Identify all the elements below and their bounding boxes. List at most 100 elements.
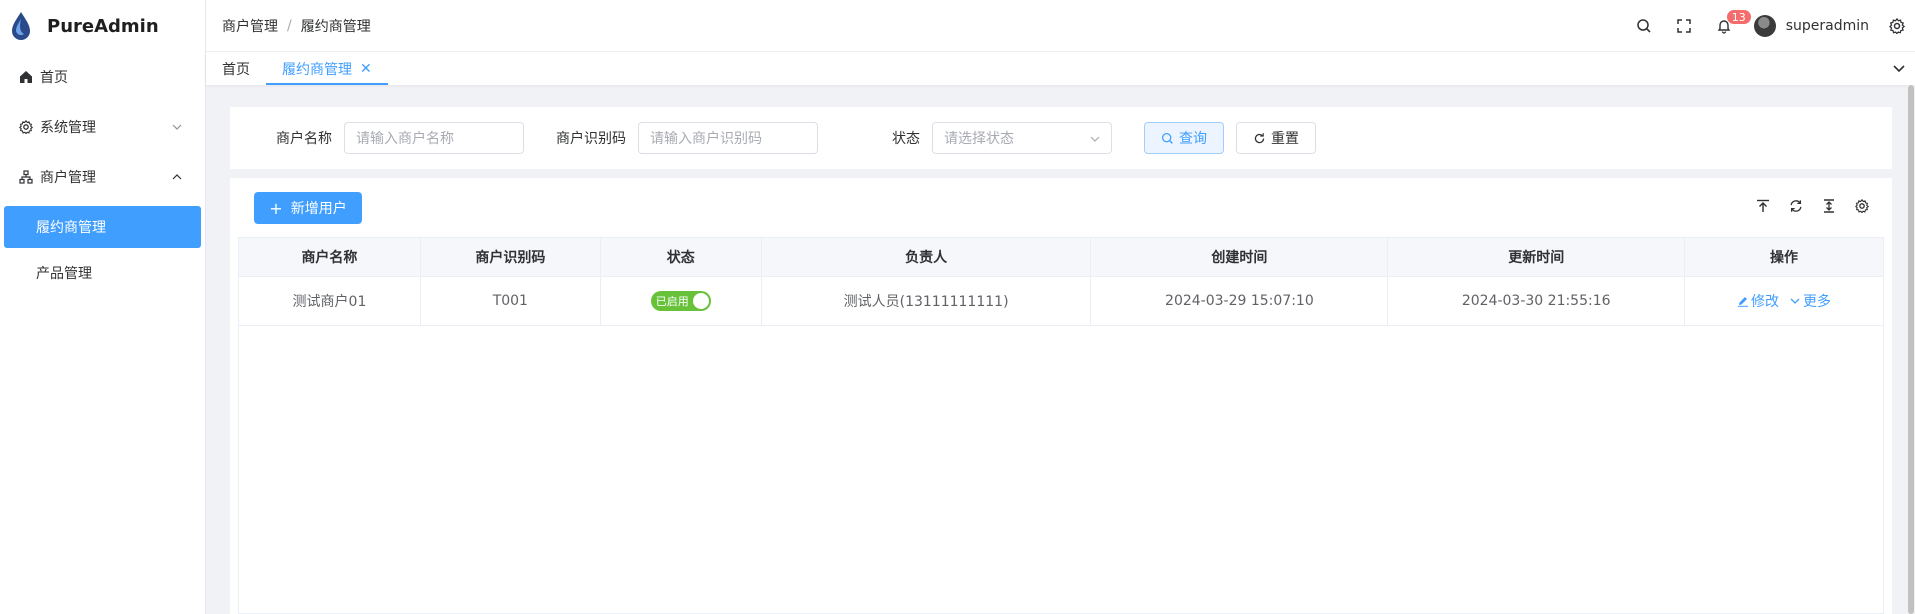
table-header: 商户名称 商户识别码 状态 负责人 创建时间 更新时间 操作: [239, 238, 1883, 277]
tab-label: 履约商管理: [282, 61, 352, 78]
logo-drop-icon: [12, 12, 30, 40]
tags-view: 首页 履约商管理 ✕: [206, 52, 1915, 85]
refresh-icon: [1254, 132, 1265, 143]
sidebar-item-fulfillment[interactable]: 履约商管理: [4, 206, 201, 248]
add-user-label: 新增用户: [290, 201, 347, 217]
gear-icon: [1889, 18, 1905, 34]
close-icon[interactable]: ✕: [360, 61, 372, 77]
table-card: + 新增用户 商户名称 商户识别码 状态 负责人 创建时间 更新时间 操作 测试…: [230, 178, 1892, 614]
reset-label: 重置: [1271, 131, 1299, 147]
placeholder: 请选择状态: [944, 131, 1014, 147]
column-header: 负责人: [762, 238, 1092, 276]
gear-icon: [18, 119, 34, 135]
placeholder: 请输入商户名称: [356, 131, 454, 147]
reset-button[interactable]: 重置: [1236, 122, 1316, 154]
breadcrumb: 商户管理 / 履约商管理: [222, 16, 371, 36]
search-icon: [1636, 19, 1651, 33]
more-label: 更多: [1803, 294, 1832, 310]
merchant-name-label: 商户名称: [276, 131, 332, 147]
sidebar-item-label: 系统管理: [40, 120, 96, 136]
more-button[interactable]: 更多: [1789, 291, 1831, 311]
edit-icon: [1738, 297, 1749, 307]
status-switch[interactable]: 已启用: [650, 291, 711, 311]
cell-created: 2024-03-29 15:07:10: [1091, 277, 1389, 325]
search-button[interactable]: [1624, 0, 1664, 52]
cell-owner: 测试人员(13111111111): [762, 277, 1092, 325]
sidebar-item-home[interactable]: 首页: [0, 52, 205, 102]
status-label: 状态: [892, 131, 920, 147]
sidebar-item-label: 商户管理: [40, 170, 96, 186]
search-icon: [1161, 132, 1173, 144]
notification-badge: 13: [1725, 9, 1752, 25]
column-header: 创建时间: [1091, 238, 1389, 276]
tab-fulfillment[interactable]: 履约商管理 ✕: [266, 52, 388, 85]
edit-button[interactable]: 修改: [1737, 291, 1779, 311]
query-label: 查询: [1179, 131, 1207, 147]
sidebar: PureAdmin 首页 系统管理 商户管理 履约商管理 产品管理: [0, 0, 206, 614]
cell-merchant-name: 测试商户01: [239, 277, 421, 325]
edit-label: 修改: [1751, 294, 1780, 310]
switch-knob: [692, 293, 709, 309]
plus-icon: +: [269, 198, 283, 218]
merchant-code-input[interactable]: 请输入商户识别码: [638, 122, 818, 154]
cell-status: 已启用: [601, 277, 762, 325]
sidebar-item-merchant[interactable]: 商户管理: [0, 152, 205, 202]
logo[interactable]: PureAdmin: [0, 0, 205, 52]
column-settings-button[interactable]: [1845, 196, 1878, 216]
fullscreen-button[interactable]: [1664, 0, 1704, 52]
username: superadmin: [1785, 18, 1869, 34]
column-header: 更新时间: [1388, 238, 1686, 276]
tab-home[interactable]: 首页: [206, 52, 266, 85]
top-header: 商户管理 / 履约商管理 13 superadmin: [206, 0, 1915, 52]
search-form: 商户名称 请输入商户名称 商户识别码 请输入商户识别码 状态 请选择状态 查询 …: [230, 107, 1892, 169]
column-header: 状态: [601, 238, 762, 276]
tab-label: 首页: [222, 61, 250, 78]
avatar: [1753, 15, 1776, 37]
collapse-button[interactable]: [1746, 196, 1779, 216]
notification-button[interactable]: 13: [1704, 0, 1752, 52]
breadcrumb-separator: /: [287, 17, 292, 34]
merchant-name-input[interactable]: 请输入商户名称: [344, 122, 524, 154]
density-button[interactable]: [1812, 196, 1845, 216]
fullscreen-icon: [1676, 19, 1691, 33]
sitemap-icon: [18, 169, 34, 185]
chevron-down-icon: [172, 124, 182, 130]
breadcrumb-item[interactable]: 商户管理: [222, 16, 278, 36]
table-row: 测试商户01 T001 已启用 测试人员(13111111111) 2024-0…: [239, 277, 1883, 326]
sidebar-item-label: 产品管理: [36, 266, 92, 282]
cell-updated: 2024-03-30 21:55:16: [1388, 277, 1686, 325]
gear-icon: [1854, 199, 1869, 213]
chevron-down-icon: [1790, 298, 1800, 304]
sidebar-item-system[interactable]: 系统管理: [0, 102, 205, 152]
add-user-button[interactable]: + 新增用户: [254, 192, 362, 224]
settings-button[interactable]: [1879, 0, 1915, 52]
query-button[interactable]: 查询: [1144, 122, 1224, 154]
chevron-down-icon[interactable]: [1891, 60, 1907, 76]
cell-actions: 修改 更多: [1685, 277, 1883, 325]
sidebar-item-label: 履约商管理: [36, 220, 106, 236]
column-header: 操作: [1770, 250, 1799, 266]
user-menu[interactable]: superadmin: [1753, 15, 1869, 37]
breadcrumb-item-current: 履约商管理: [300, 18, 371, 35]
column-height-icon: [1823, 199, 1834, 213]
status-select[interactable]: 请选择状态: [932, 122, 1112, 154]
table-toolbar: [1746, 196, 1878, 216]
merchant-code-label: 商户识别码: [556, 131, 626, 147]
placeholder: 请输入商户识别码: [650, 131, 762, 147]
column-header: 商户名称: [239, 238, 421, 276]
cell-merchant-code: T001: [421, 277, 601, 325]
merchant-table: 商户名称 商户识别码 状态 负责人 创建时间 更新时间 操作 测试商户01 T0…: [238, 237, 1884, 614]
refresh-button[interactable]: [1779, 196, 1812, 216]
refresh-icon: [1790, 200, 1801, 212]
chevron-up-icon: [172, 174, 182, 180]
sidebar-item-label: 首页: [40, 70, 68, 86]
vertical-align-top-icon: [1756, 199, 1769, 212]
chevron-down-icon: [1090, 136, 1100, 142]
sidebar-item-products[interactable]: 产品管理: [4, 252, 201, 294]
scrollbar-thumb[interactable]: [1908, 85, 1914, 614]
app-name: PureAdmin: [47, 15, 159, 37]
home-icon: [18, 69, 34, 85]
page-scrollbar[interactable]: [1907, 85, 1915, 614]
column-header: 商户识别码: [421, 238, 601, 276]
status-switch-label: 已启用: [655, 295, 689, 308]
